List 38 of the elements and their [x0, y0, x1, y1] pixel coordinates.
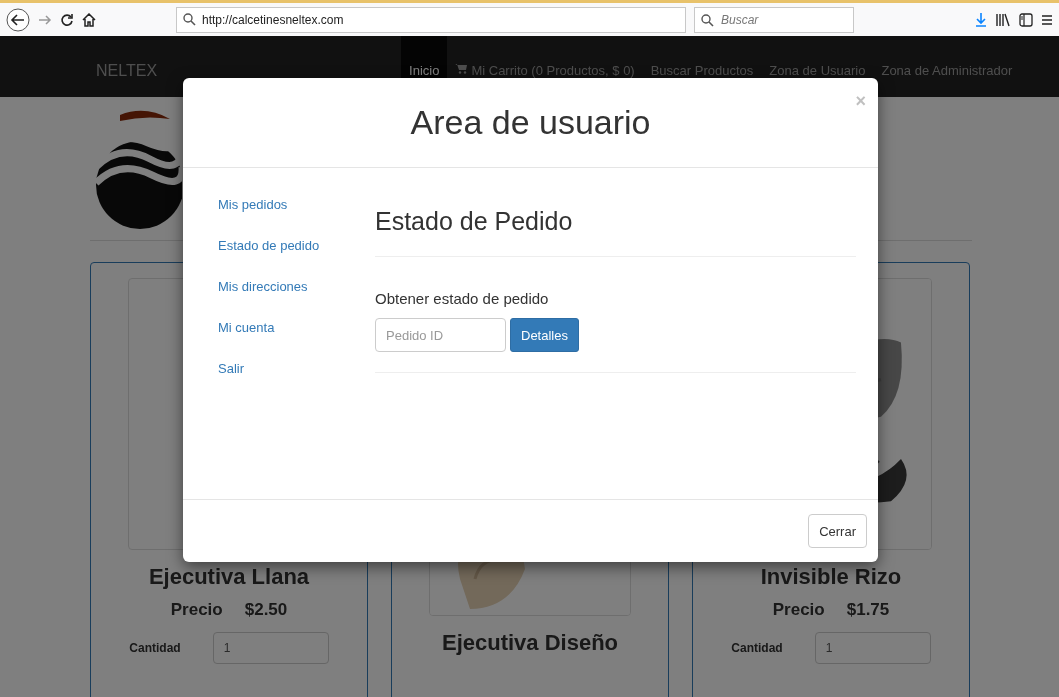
- address-bar[interactable]: http://calcetinesneltex.com: [176, 6, 686, 33]
- forward-icon[interactable]: [38, 12, 52, 27]
- back-icon[interactable]: [6, 7, 30, 32]
- user-menu-link[interactable]: Mis direcciones: [218, 278, 375, 295]
- nav-link[interactable]: Zona de Administrador: [873, 36, 1021, 78]
- sidebar-icon[interactable]: [1019, 12, 1033, 27]
- library-icon[interactable]: [995, 12, 1011, 27]
- close-button[interactable]: Cerrar: [808, 514, 867, 548]
- user-menu-link[interactable]: Estado de pedido: [218, 237, 375, 254]
- quantity-label: Cantidad: [731, 641, 783, 655]
- cart-icon: [455, 63, 468, 74]
- details-button[interactable]: Detalles: [510, 318, 579, 352]
- download-icon[interactable]: [975, 12, 987, 27]
- price-label: Precio: [772, 600, 825, 620]
- menu-icon[interactable]: [1041, 13, 1053, 26]
- home-icon[interactable]: [82, 12, 96, 27]
- quantity-field[interactable]: 1: [212, 632, 329, 664]
- user-menu-link[interactable]: Salir: [218, 360, 375, 377]
- price-value: $1.75: [846, 600, 890, 620]
- product-name: Ejecutiva Diseño: [441, 630, 619, 656]
- search-field[interactable]: Buscar: [694, 6, 854, 33]
- user-menu-link[interactable]: Mi cuenta: [218, 319, 375, 336]
- form-label: Obtener estado de pedido: [375, 290, 550, 307]
- order-id-field[interactable]: Pedido ID: [375, 318, 506, 352]
- search-icon: [183, 13, 196, 26]
- quantity-field[interactable]: 1: [814, 632, 931, 664]
- price-label: Precio: [170, 600, 223, 620]
- user-menu-link[interactable]: Mis pedidos: [218, 196, 375, 213]
- price-value: $2.50: [244, 600, 288, 620]
- nav-link[interactable]: Inicio: [401, 36, 448, 78]
- search-icon: [701, 13, 714, 27]
- product-name: Ejecutiva Llana: [148, 564, 310, 590]
- section-title: Estado de Pedido: [375, 206, 574, 236]
- reload-icon[interactable]: [60, 12, 74, 27]
- url-text: http://calcetinesneltex.com: [202, 12, 344, 27]
- modal-title: Area de usuario: [410, 103, 651, 142]
- product-name: Invisible Rizo: [760, 564, 902, 590]
- quantity-label: Cantidad: [129, 641, 181, 655]
